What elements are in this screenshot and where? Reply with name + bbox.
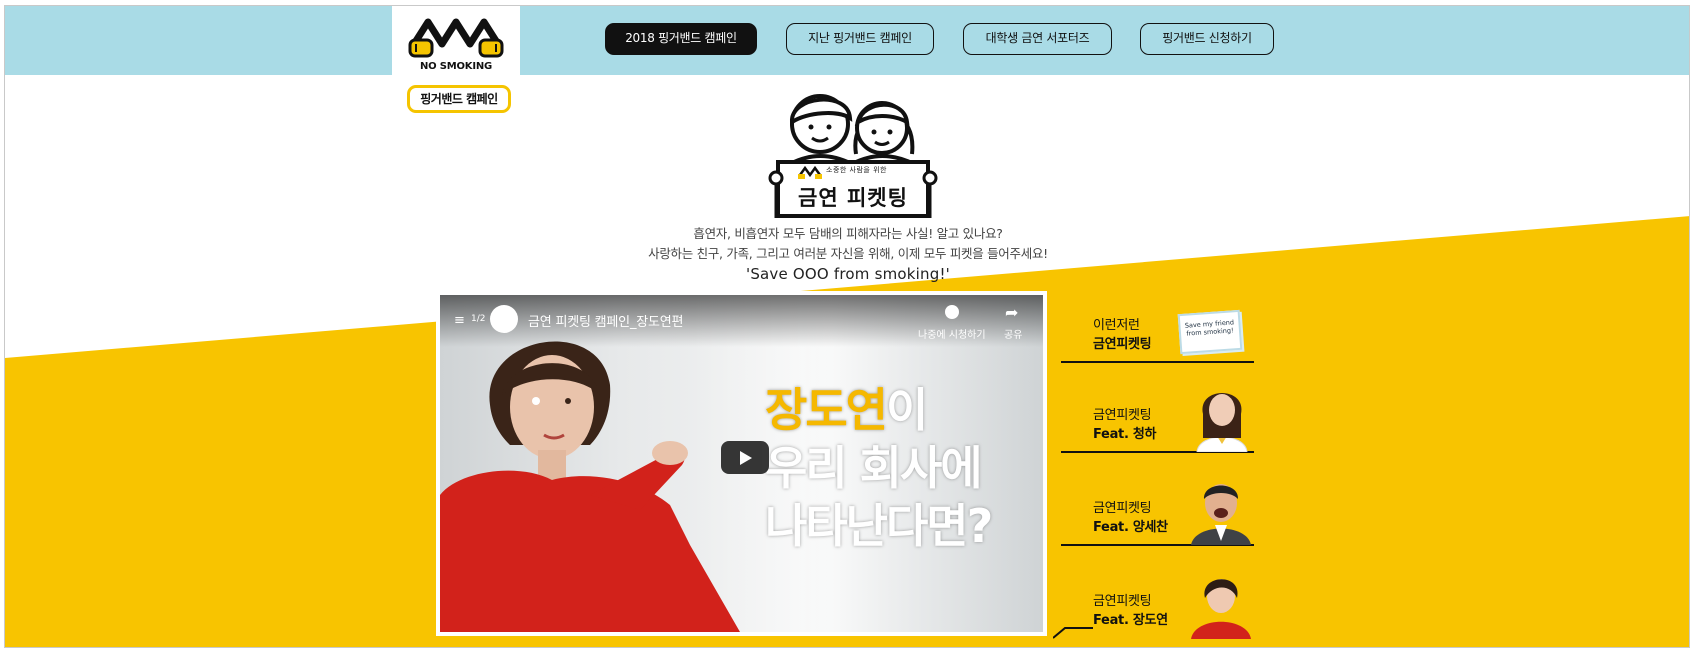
side-item-line2: 금연피켓팅 <box>1093 337 1152 352</box>
headline-highlight: 장도연 <box>765 383 888 437</box>
intro-text: 흡연자, 비흡연자 모두 담배의 피해자라는 사실! 알고 있나요? 사랑하는 … <box>565 224 1131 264</box>
logo-campaign-badge: 핑거밴드 캠페인 <box>407 85 511 113</box>
side-item-jang-doyeon[interactable]: 금연피켓팅 Feat. 장도연 <box>1053 548 1254 639</box>
channel-avatar[interactable] <box>490 305 518 333</box>
side-item-line1: 금연피켓팅 <box>1093 408 1152 423</box>
intro-line-2: 사랑하는 친구, 가족, 그리고 여러분 자신을 위해, 이제 모두 피켓을 들… <box>648 246 1048 261</box>
side-item-various-picketing[interactable]: 이런저런 금연피켓팅 Save my friend from smoking! <box>1061 286 1254 363</box>
picket-card-thumbnail: Save my friend from smoking! <box>1177 309 1243 355</box>
side-item-line2: Feat. 청하 <box>1093 427 1157 442</box>
side-item-line1: 금연피켓팅 <box>1093 594 1152 609</box>
share-label[interactable]: 공유 <box>1004 326 1022 341</box>
save-slogan: 'Save OOO from smoking!' <box>746 265 950 283</box>
chungha-portrait <box>1196 393 1248 452</box>
playlist-count: 1/2 <box>471 314 486 324</box>
headline-line-1-rest: 이 <box>885 383 928 437</box>
nav-apply-fingerband[interactable]: 핑거밴드 신청하기 <box>1140 23 1274 55</box>
nav-2018-campaign[interactable]: 2018 핑거밴드 캠페인 <box>605 23 757 55</box>
side-item-line1: 이런저런 <box>1093 318 1140 333</box>
sign-title: 금연 피켓팅 <box>798 186 908 210</box>
video-frame[interactable]: ≡ 1/2 금연 피켓팅 캠페인_장도연편 나중에 시청하기 ➦ 공유 장도연이… <box>440 295 1043 632</box>
intro-line-1: 흡연자, 비흡연자 모두 담배의 피해자라는 사실! 알고 있나요? <box>693 226 1003 241</box>
clock-icon[interactable] <box>945 305 959 319</box>
finger-band-logo-icon <box>408 18 504 58</box>
sign-tagline: 소중한 사람을 위한 <box>826 166 887 174</box>
video-player[interactable]: ≡ 1/2 금연 피켓팅 캠페인_장도연편 나중에 시청하기 ➦ 공유 장도연이… <box>436 291 1047 636</box>
headline-line-3: 나타난다면? <box>765 499 993 553</box>
nav-past-campaign[interactable]: 지난 핑거밴드 캠페인 <box>786 23 934 55</box>
headline-line-2: 우리 회사에 <box>765 441 983 495</box>
page-frame: NO SMOKING 핑거밴드 캠페인 2018 핑거밴드 캠페인 지난 핑거밴… <box>4 5 1690 648</box>
side-item-chungha[interactable]: 금연피켓팅 Feat. 청하 <box>1061 366 1254 453</box>
logo-caption: NO SMOKING <box>419 61 493 72</box>
side-item-line2: Feat. 장도연 <box>1093 613 1168 628</box>
headline-line-1: 장도연이 <box>765 381 991 439</box>
nav-student-supporters[interactable]: 대학생 금연 서포터즈 <box>963 23 1112 55</box>
video-headline: 장도연이 우리 회사에 나타난다면? <box>765 381 993 555</box>
play-button[interactable] <box>721 441 769 474</box>
yang-sechan-portrait <box>1191 484 1251 545</box>
site-logo[interactable]: NO SMOKING 핑거밴드 캠페인 <box>392 6 520 118</box>
playlist-icon[interactable]: ≡ <box>454 313 465 328</box>
side-item-yang-sechan[interactable]: 금연피켓팅 Feat. 양세찬 <box>1061 455 1254 546</box>
watch-later-label[interactable]: 나중에 시청하기 <box>918 326 986 341</box>
side-item-line2: Feat. 양세찬 <box>1093 520 1168 535</box>
picket-card-text: Save my friend from smoking! <box>1184 318 1235 338</box>
active-item-pointer <box>1053 627 1093 639</box>
side-item-line1: 금연피켓팅 <box>1093 501 1152 516</box>
video-title[interactable]: 금연 피켓팅 캠페인_장도연편 <box>528 311 683 330</box>
share-icon[interactable]: ➦ <box>1005 303 1018 322</box>
jang-doyeon-portrait <box>1191 579 1251 639</box>
picketing-illustration: 소중한 사람을 위한 금연 피켓팅 <box>768 82 938 222</box>
